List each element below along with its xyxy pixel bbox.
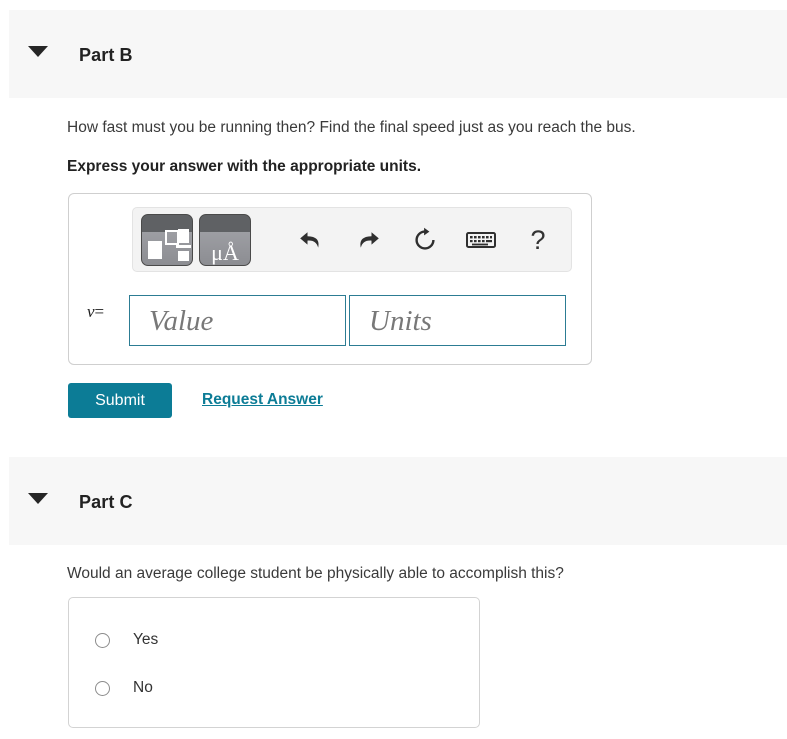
- part-b-header[interactable]: Part B: [9, 10, 787, 98]
- caret-down-icon[interactable]: [28, 493, 48, 504]
- template-glyph: [142, 215, 192, 265]
- part-c-header[interactable]: Part C: [9, 457, 787, 545]
- part-c-question-text: Would an average college student be phys…: [67, 565, 564, 582]
- part-b-instruction-text: Express your answer with the appropriate…: [67, 158, 422, 175]
- caret-down-icon[interactable]: [28, 46, 48, 57]
- equals-sign: =: [94, 302, 105, 321]
- part-b-title: Part B: [79, 45, 133, 65]
- radio-icon[interactable]: [95, 632, 110, 648]
- part-c-choice-box: Yes No: [68, 597, 480, 728]
- equation-toolbar: μÅ ?: [132, 207, 572, 272]
- radio-label: No: [133, 679, 153, 696]
- radio-icon[interactable]: [95, 680, 110, 696]
- value-placeholder: Value: [149, 305, 214, 337]
- variable-label: v=: [87, 302, 104, 322]
- keyboard-icon[interactable]: [461, 220, 501, 260]
- value-input[interactable]: Value: [129, 295, 346, 346]
- problem-page: Part B How fast must you be running then…: [0, 0, 787, 739]
- radio-label: Yes: [133, 631, 159, 648]
- question-mark-icon[interactable]: ?: [518, 220, 558, 260]
- help-glyph: ?: [530, 224, 546, 255]
- request-answer-link[interactable]: Request Answer: [202, 391, 323, 409]
- part-c-title: Part C: [79, 492, 133, 512]
- math-template-palette-icon[interactable]: [141, 214, 193, 266]
- part-b-question-text: How fast must you be running then? Find …: [67, 119, 636, 136]
- units-palette-icon[interactable]: μÅ: [199, 214, 251, 266]
- units-glyph: μÅ: [211, 240, 239, 265]
- radio-option-no[interactable]: No: [95, 679, 153, 697]
- units-placeholder: Units: [369, 305, 432, 337]
- radio-option-yes[interactable]: Yes: [95, 631, 158, 649]
- redo-arrow-icon[interactable]: [348, 220, 388, 260]
- variable-symbol: v: [87, 302, 95, 321]
- submit-button[interactable]: Submit: [68, 383, 172, 418]
- reset-circular-arrow-icon[interactable]: [405, 220, 445, 260]
- undo-arrow-icon[interactable]: [291, 220, 331, 260]
- part-b-answer-box: μÅ ? v= Value Units: [68, 193, 592, 365]
- units-input[interactable]: Units: [349, 295, 566, 346]
